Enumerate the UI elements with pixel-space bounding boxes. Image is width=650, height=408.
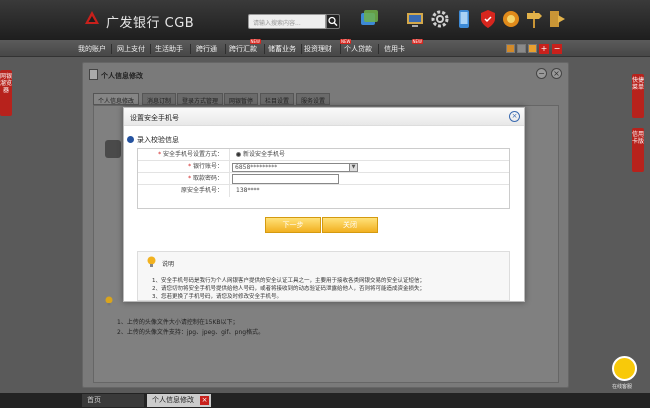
dialog-notes: 说明 1、安全手机号码是我行为个人网银客户提供的安全认证工具之一，主要用于接收各… — [137, 251, 510, 301]
cgb-logo-icon — [85, 11, 99, 24]
section-marker-icon — [127, 136, 134, 143]
mobile-icon[interactable] — [453, 8, 475, 30]
panel-title: 个人信息修改 — [101, 72, 143, 80]
dialog-header: 设置安全手机号 × — [124, 108, 524, 126]
tab-message-subscribe[interactable]: 消息订制 — [142, 93, 177, 105]
close-icon[interactable]: × — [200, 396, 209, 405]
new-badge: NEW — [340, 39, 352, 44]
nav-interbank[interactable]: 跨行通 — [196, 44, 217, 54]
switch-icon[interactable] — [358, 8, 380, 30]
old-phone-value: 138**** — [236, 187, 260, 194]
field-label: 原安全手机号： — [138, 185, 230, 197]
theme-gold-swatch[interactable] — [528, 44, 537, 53]
nav-divider — [150, 44, 151, 54]
note-item: 1、安全手机号码是我行为个人网银客户提供的安全认证工具之一，主要用于接收各类网银… — [152, 278, 426, 284]
taskbar-current[interactable]: 个人信息修改 × — [147, 394, 211, 407]
taskbar-home[interactable]: 首页 — [82, 394, 144, 407]
help-icon[interactable] — [500, 8, 522, 30]
method-option-label: 新设安全手机号 — [243, 151, 286, 158]
search-icon — [328, 16, 338, 27]
tab-service-settings[interactable]: 服务设置 — [296, 93, 331, 105]
dialog-title: 设置安全手机号 — [130, 114, 179, 122]
field-label: * 安全手机号设置方式： — [138, 149, 230, 161]
nav-online-payment[interactable]: 网上支付 — [117, 44, 145, 54]
next-step-button[interactable]: 下一步 — [265, 217, 321, 233]
upload-note-size: 1、上传的头像文件大小请控制在15KB以下； — [117, 319, 239, 326]
shield-icon[interactable] — [477, 8, 499, 30]
nav-divider — [301, 44, 302, 54]
radio-selected-icon — [236, 152, 241, 157]
customer-service-icon[interactable] — [612, 356, 637, 381]
upload-note-format: 2、上传的头像文件支持：jpg、jpeg、gif、png格式。 — [117, 329, 265, 336]
nav-divider — [225, 44, 226, 54]
quick-menu-tab[interactable]: 快捷菜单 — [632, 74, 644, 118]
search-input[interactable]: 请输入搜索内容... — [248, 14, 326, 29]
nav-label: 信用卡 — [384, 45, 405, 53]
nav-my-account[interactable]: 我的账户 — [78, 44, 106, 54]
tab-column-settings[interactable]: 栏目设置 — [260, 93, 295, 105]
nav-divider — [190, 44, 191, 54]
theme-gray-swatch[interactable] — [517, 44, 526, 53]
nav-label: 跨行汇款 — [229, 45, 257, 53]
signpost-icon[interactable] — [523, 8, 545, 30]
form-row-password: * 取款密码： — [138, 173, 509, 185]
nav-label: 个人贷款 — [344, 45, 372, 53]
customer-service-label[interactable]: 在线客服 — [612, 383, 632, 390]
tab-ebank-pause[interactable]: 网银暂停 — [224, 93, 259, 105]
monitor-icon[interactable] — [404, 8, 426, 30]
note-item: 2、请您切勿将安全手机号提供给他人号码，或者将接收到的动态验证码泄露给他人，否则… — [152, 286, 426, 292]
nav-life-assistant[interactable]: 生活助手 — [155, 44, 183, 54]
nav-divider — [111, 44, 112, 54]
withdrawal-password-input[interactable] — [232, 174, 339, 184]
form-row-account: * 银行账号： 6858********* ▼ — [138, 161, 509, 173]
close-button[interactable]: 关闭 — [322, 217, 378, 233]
brand-name: 广发银行 CGB — [106, 16, 195, 31]
new-badge: NEW — [249, 39, 261, 44]
nav-divider — [378, 44, 379, 54]
note-item: 3、您若更换了手机号码，请您及时修改安全手机号。 — [152, 294, 283, 300]
theme-orange-swatch[interactable] — [506, 44, 515, 53]
field-label: * 取款密码： — [138, 173, 230, 185]
bank-account-select[interactable]: 6858********* ▼ — [232, 163, 358, 172]
nav-savings[interactable]: 储蓄业务 — [268, 44, 296, 54]
new-badge: NEW — [411, 39, 423, 44]
zoom-out-button[interactable]: − — [552, 44, 562, 54]
nav-interbank-transfer[interactable]: 跨行汇款 NEW — [229, 39, 261, 54]
notes-title: 说明 — [162, 261, 175, 268]
gear-icon[interactable] — [429, 8, 451, 30]
document-icon — [89, 69, 98, 80]
left-side-tab[interactable]: 网银溜览器 — [0, 70, 12, 116]
taskbar: 首页 个人信息修改 × — [0, 393, 650, 408]
method-radio[interactable]: 新设安全手机号 — [236, 149, 285, 161]
search-button[interactable] — [326, 14, 340, 29]
taskbar-current-label: 个人信息修改 — [152, 396, 194, 404]
set-security-phone-dialog: 设置安全手机号 × 录入校验信息 * 安全手机号设置方式： 新设安全手机号 * … — [123, 107, 525, 302]
tab-login-method[interactable]: 登录方式管理 — [177, 93, 224, 105]
nav-personal-loan[interactable]: 个人贷款 NEW — [340, 39, 372, 54]
lightbulb-icon — [105, 296, 113, 306]
nav-divider — [340, 44, 341, 54]
minimize-button[interactable]: − — [536, 68, 547, 79]
nav-divider — [264, 44, 265, 54]
form-row-method: * 安全手机号设置方式： 新设安全手机号 — [138, 149, 509, 161]
logout-icon[interactable] — [546, 8, 568, 30]
zoom-in-button[interactable]: + — [539, 44, 549, 54]
nav-credit-card[interactable]: 信用卡 NEW — [384, 39, 423, 54]
tab-personal-info[interactable]: 个人信息修改 — [93, 93, 140, 105]
close-panel-button[interactable]: × — [551, 68, 562, 79]
dialog-close-button[interactable]: × — [509, 111, 520, 122]
form-row-old-phone: 原安全手机号： 138**** — [138, 185, 509, 197]
field-label: * 银行账号： — [138, 161, 230, 173]
bank-account-value: 6858********* — [235, 164, 278, 171]
avatar — [105, 140, 121, 158]
nav-investment[interactable]: 投资理财 — [304, 44, 332, 54]
top-bar: 广发银行 CGB 请输入搜索内容... — [0, 0, 650, 40]
chevron-down-icon: ▼ — [349, 164, 357, 171]
verify-form: * 安全手机号设置方式： 新设安全手机号 * 银行账号： 6858*******… — [137, 148, 510, 209]
lightbulb-icon — [147, 256, 156, 267]
section-title: 录入校验信息 — [137, 136, 179, 144]
credit-card-tab[interactable]: 信用卡版 — [632, 128, 644, 172]
